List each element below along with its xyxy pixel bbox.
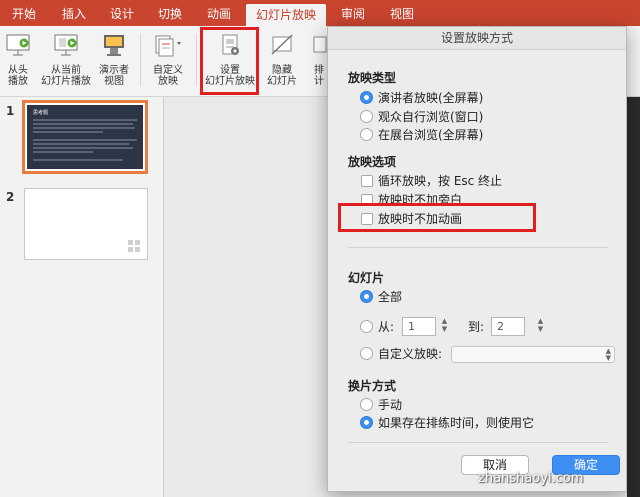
slide-thumbnail-2[interactable] — [24, 188, 148, 260]
tab-design[interactable]: 设计 — [110, 5, 134, 26]
rehearse-icon — [310, 32, 328, 61]
advance-section-label: 换片方式 — [348, 379, 397, 393]
background-window-edge — [627, 97, 640, 497]
custom-show-label-1: 自定义 — [153, 65, 183, 76]
slides-from-label: 从: — [378, 320, 395, 334]
radio-audience[interactable] — [360, 110, 373, 123]
rehearse-timings-button[interactable]: 排 计 — [310, 32, 328, 87]
play-from-start-button[interactable]: 从头 播放 — [2, 32, 34, 87]
show-options-section-label: 放映选项 — [348, 155, 397, 169]
radio-advance-manual[interactable] — [360, 398, 373, 411]
presenter-view-button[interactable]: 演示者 视图 — [94, 32, 134, 87]
slide-1-title: 思考题 — [33, 110, 49, 116]
slide-thumbnail-1-content: 思考题 — [27, 105, 143, 169]
advance-timings-label: 如果存在排练时间，则使用它 — [378, 416, 535, 430]
ribbon-tab-bar: 开始 插入 设计 切换 动画 幻灯片放映 审阅 视图 — [0, 0, 640, 26]
checkbox-loop[interactable] — [361, 175, 373, 187]
ribbon-separator — [140, 34, 141, 86]
custom-show-button[interactable]: 自定义 放映 — [146, 32, 190, 87]
play-from-start-label-2: 播放 — [8, 76, 28, 87]
show-type-audience-label: 观众自行浏览(窗口) — [378, 110, 484, 124]
hide-slide-label-2: 幻灯片 — [267, 76, 297, 87]
radio-slides-all[interactable] — [360, 290, 373, 303]
dialog-title: 设置放映方式 — [328, 27, 626, 50]
tab-home[interactable]: 开始 — [12, 5, 36, 26]
tab-transitions[interactable]: 切换 — [158, 5, 182, 26]
tab-review[interactable]: 审阅 — [341, 5, 365, 26]
tab-slideshow[interactable]: 幻灯片放映 — [246, 4, 327, 26]
radio-advance-timings[interactable] — [360, 416, 373, 429]
tab-view[interactable]: 视图 — [390, 5, 414, 26]
play-from-current-button[interactable]: 从当前 幻灯片播放 — [40, 32, 92, 87]
tab-animations[interactable]: 动画 — [207, 5, 231, 26]
setup-slideshow-highlight — [200, 27, 259, 95]
slides-to-label: 到: — [468, 320, 485, 334]
slide-1-text-lines — [33, 119, 137, 161]
rehearse-label-2: 计 — [314, 76, 324, 87]
play-from-current-label-1: 从当前 — [51, 65, 81, 76]
setup-show-dialog: 设置放映方式 放映类型 演讲者放映(全屏幕) 观众自行浏览(窗口) 在展台浏览(… — [327, 26, 627, 492]
rehearse-label-1: 排 — [314, 65, 324, 76]
play-from-start-label-1: 从头 — [8, 65, 28, 76]
slides-all-label: 全部 — [378, 290, 403, 304]
slides-custom-label: 自定义放映: — [378, 347, 443, 361]
advance-manual-label: 手动 — [378, 398, 403, 412]
presenter-view-label-1: 演示者 — [99, 65, 129, 76]
show-type-kiosk-label: 在展台浏览(全屏幕) — [378, 128, 484, 142]
slide-number-1: 1 — [6, 104, 15, 118]
dialog-divider — [348, 247, 608, 248]
slide-thumbnail-1[interactable]: 思考题 — [22, 100, 148, 174]
ribbon-separator — [196, 34, 197, 86]
hide-slide-button[interactable]: 隐藏 幻灯片 — [262, 32, 302, 87]
radio-presenter[interactable] — [360, 91, 373, 104]
show-type-presenter-label: 演讲者放映(全屏幕) — [378, 91, 484, 105]
no-animation-highlight — [338, 203, 536, 232]
tab-insert[interactable]: 插入 — [62, 5, 86, 26]
play-from-current-label-2: 幻灯片播放 — [41, 76, 91, 87]
custom-show-select[interactable]: ▲ ▼ — [451, 346, 615, 363]
hide-slide-icon — [262, 32, 302, 61]
slides-to-stepper[interactable]: ▲ ▼ — [536, 317, 545, 336]
hide-slide-label-1: 隐藏 — [272, 65, 292, 76]
slides-section-label: 幻灯片 — [348, 271, 385, 285]
option-loop-label: 循环放映，按 Esc 终止 — [378, 174, 503, 188]
slides-to-input[interactable]: 2 — [491, 317, 525, 336]
radio-kiosk[interactable] — [360, 128, 373, 141]
slides-from-stepper[interactable]: ▲ ▼ — [440, 317, 449, 336]
play-screen-icon — [2, 32, 34, 61]
slide-number-2: 2 — [6, 190, 15, 204]
presenter-view-label-2: 视图 — [104, 76, 124, 87]
custom-show-icon — [146, 32, 190, 61]
placeholder-icon — [128, 240, 140, 252]
watermark: zhanshaoyi.com — [478, 471, 584, 486]
dialog-divider — [348, 442, 608, 443]
select-arrows-icon: ▲ ▼ — [605, 347, 611, 362]
presenter-view-icon — [94, 32, 134, 61]
radio-slides-range[interactable] — [360, 320, 373, 333]
custom-show-label-2: 放映 — [158, 76, 178, 87]
slides-from-input[interactable]: 1 — [402, 317, 436, 336]
show-type-section-label: 放映类型 — [348, 71, 397, 85]
radio-slides-custom[interactable] — [360, 347, 373, 360]
play-current-icon — [40, 32, 92, 61]
